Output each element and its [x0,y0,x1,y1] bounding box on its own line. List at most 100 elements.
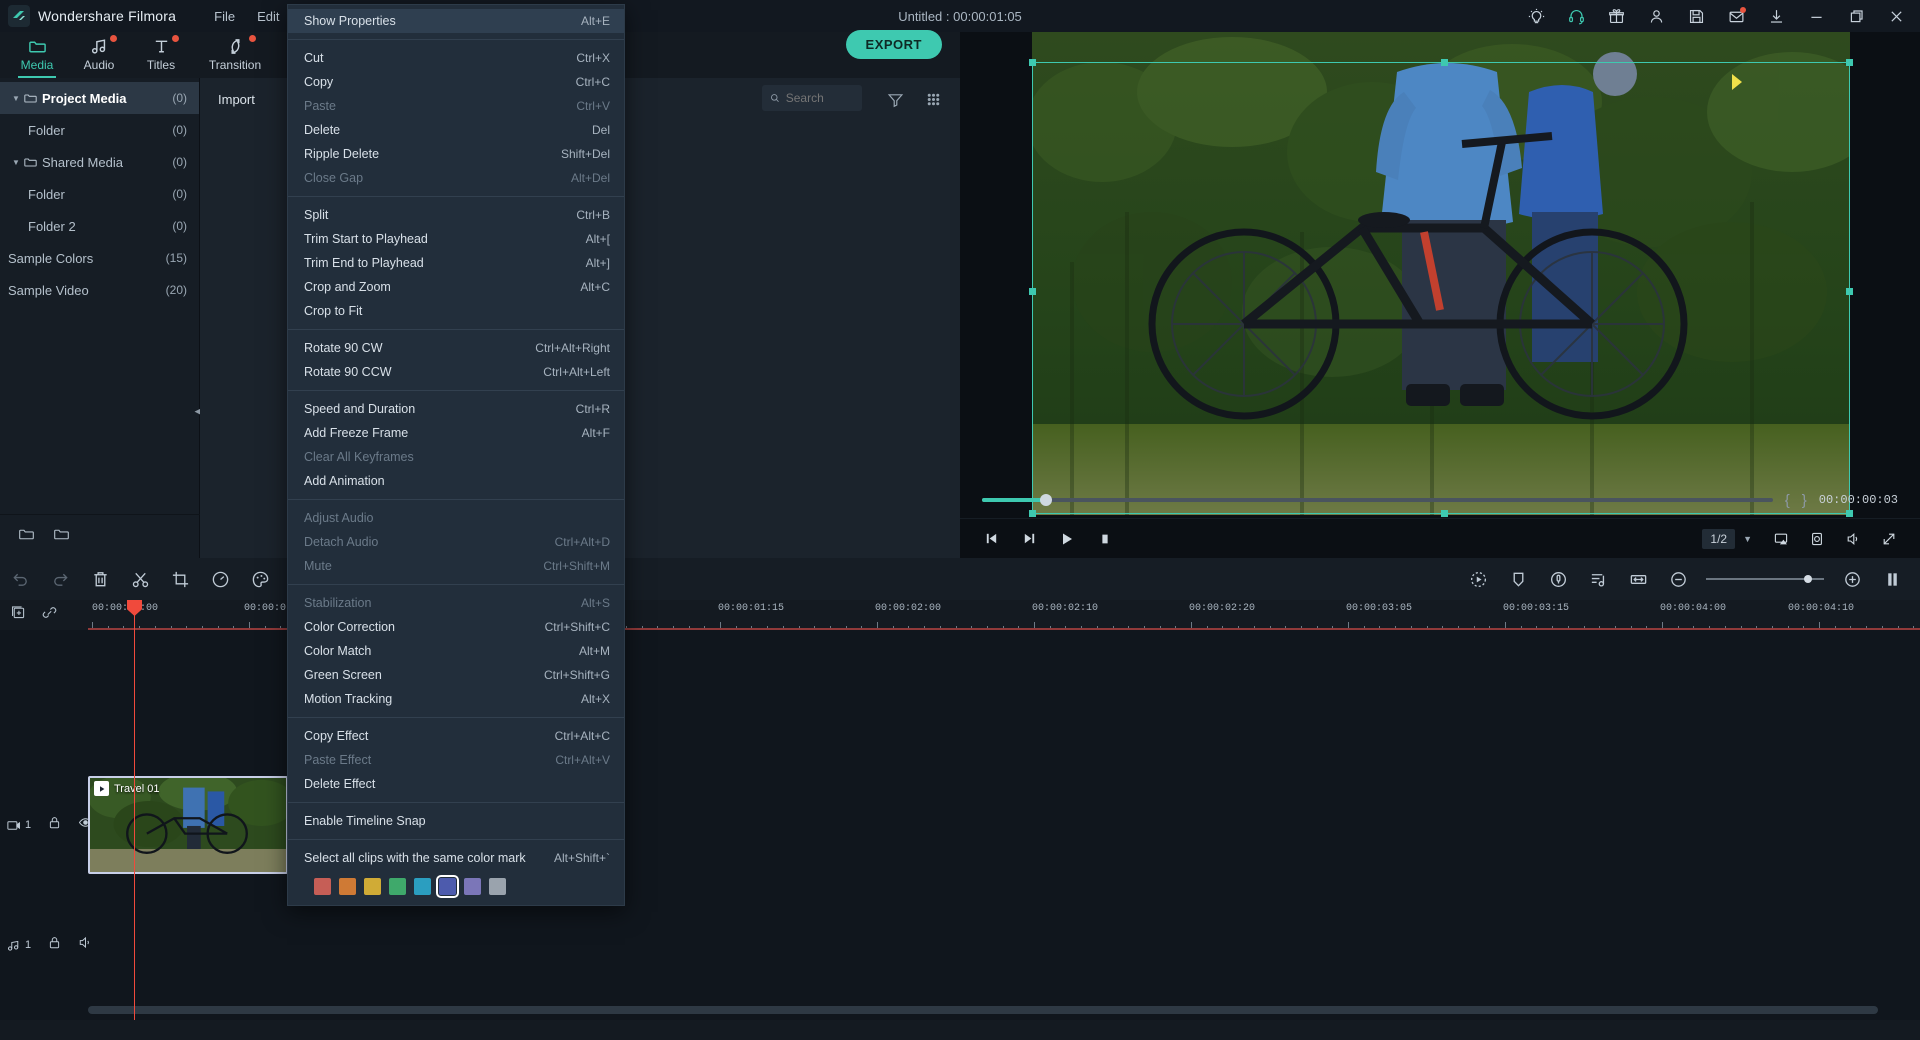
zoom-in-icon[interactable] [1832,558,1872,600]
filter-icon[interactable] [884,88,906,110]
tree-item-folder-2[interactable]: Folder (0) [0,178,199,210]
menu-item-speed-and-duration[interactable]: Speed and Duration Ctrl+R [288,397,624,421]
search-box[interactable] [762,85,862,111]
menu-item-delete[interactable]: Delete Del [288,118,624,142]
menu-item-delete-effect[interactable]: Delete Effect [288,772,624,796]
menu-item-rotate-90-cw[interactable]: Rotate 90 CW Ctrl+Alt+Right [288,336,624,360]
tree-item-project-media[interactable]: ▼ Project Media (0) [0,82,199,114]
prev-frame-button[interactable] [974,524,1008,554]
lightbulb-icon[interactable] [1516,0,1556,32]
headset-icon[interactable] [1556,0,1596,32]
fit-timeline-icon[interactable] [1618,558,1658,600]
save-icon[interactable] [1676,0,1716,32]
gift-icon[interactable] [1596,0,1636,32]
menu-item-trim-start-to-playhead[interactable]: Trim Start to Playhead Alt+[ [288,227,624,251]
menu-item-color-correction[interactable]: Color Correction Ctrl+Shift+C [288,615,624,639]
menu-item-add-animation[interactable]: Add Animation [288,469,624,493]
tree-item-sample-video[interactable]: Sample Video (20) [0,274,199,306]
download-icon[interactable] [1756,0,1796,32]
menu-item-trim-end-to-playhead[interactable]: Trim End to Playhead Alt+] [288,251,624,275]
menu-item-ripple-delete[interactable]: Ripple Delete Shift+Del [288,142,624,166]
account-icon[interactable] [1636,0,1676,32]
timeline-horizontal-scrollbar[interactable] [88,1006,1878,1014]
chevron-down-icon[interactable]: ▼ [1737,534,1762,544]
mail-icon[interactable] [1716,0,1756,32]
volume-icon[interactable] [1836,524,1870,554]
mark-in-icon[interactable]: { [1785,492,1790,509]
lock-icon[interactable] [47,815,62,835]
marker-shield-icon[interactable] [1498,558,1538,600]
zoom-ratio-value[interactable]: 1/2 [1702,528,1736,549]
menu-item-add-freeze-frame[interactable]: Add Freeze Frame Alt+F [288,421,624,445]
tree-item-shared-media[interactable]: ▼ Shared Media (0) [0,146,199,178]
color-mark-swatch-3[interactable] [389,878,406,895]
fullscreen-icon[interactable] [1872,524,1906,554]
pause-bars-icon[interactable] [1872,558,1912,600]
color-mark-swatch-7[interactable] [489,878,506,895]
preview-video[interactable] [1032,32,1850,515]
timeline-zoom-slider[interactable] [1706,575,1824,583]
color-mark-swatch-0[interactable] [314,878,331,895]
zoom-out-icon[interactable] [1658,558,1698,600]
tab-titles[interactable]: Titles [130,32,192,78]
render-preview-icon[interactable] [1458,558,1498,600]
redo-icon[interactable] [40,558,80,600]
close-icon[interactable] [1876,0,1916,32]
mark-out-icon[interactable]: } [1802,492,1807,509]
color-mark-swatch-4[interactable] [414,878,431,895]
undo-icon[interactable] [0,558,40,600]
delete-icon[interactable] [80,558,120,600]
menu-edit[interactable]: Edit [257,9,279,24]
preview-progress-track[interactable] [982,494,1773,506]
play-button[interactable] [1050,524,1084,554]
mute-speaker-icon[interactable] [78,935,93,955]
menu-item-motion-tracking[interactable]: Motion Tracking Alt+X [288,687,624,711]
lock-icon[interactable] [47,935,62,955]
snapshot-icon[interactable] [1800,524,1834,554]
grid-view-icon[interactable] [922,88,944,110]
tab-audio[interactable]: Audio [68,32,130,78]
link-icon[interactable] [41,604,58,626]
color-mark-swatch-2[interactable] [364,878,381,895]
audio-mixer-icon[interactable] [1578,558,1618,600]
stop-button[interactable] [1088,524,1122,554]
tab-media[interactable]: Media [6,32,68,78]
split-scissors-icon[interactable] [120,558,160,600]
menu-item-split[interactable]: Split Ctrl+B [288,203,624,227]
menu-item-cut[interactable]: Cut Ctrl+X [288,46,624,70]
crop-icon[interactable] [160,558,200,600]
tree-item-sample-colors[interactable]: Sample Colors (15) [0,242,199,274]
color-palette-icon[interactable] [240,558,280,600]
chevron-down-icon[interactable]: ▼ [8,158,24,167]
next-frame-button[interactable] [1012,524,1046,554]
menu-item-copy[interactable]: Copy Ctrl+C [288,70,624,94]
open-folder-icon[interactable] [53,526,70,548]
timeline-zoom-handle[interactable] [1804,575,1812,583]
tree-item-folder-3[interactable]: Folder 2 (0) [0,210,199,242]
menu-item-crop-to-fit[interactable]: Crop to Fit [288,299,624,323]
tree-item-folder-1[interactable]: Folder (0) [0,114,199,146]
menu-item-copy-effect[interactable]: Copy Effect Ctrl+Alt+C [288,724,624,748]
menu-item-green-screen[interactable]: Green Screen Ctrl+Shift+G [288,663,624,687]
clip-context-menu[interactable]: Show Properties Alt+E Cut Ctrl+X Copy Ctrl+C P… [287,4,625,906]
voiceover-mic-icon[interactable] [1538,558,1578,600]
search-input[interactable] [785,91,854,105]
speed-icon[interactable] [200,558,240,600]
minimize-icon[interactable] [1796,0,1836,32]
timeline-clip-travel-01[interactable]: Travel 01 [88,776,288,874]
color-mark-swatch-5[interactable] [436,875,459,898]
maximize-icon[interactable] [1836,0,1876,32]
color-mark-swatch-1[interactable] [339,878,356,895]
new-folder-icon[interactable] [18,526,35,548]
menu-item-color-match[interactable]: Color Match Alt+M [288,639,624,663]
preview-progress-handle[interactable] [1039,494,1052,506]
import-button[interactable]: Import [218,92,255,107]
chevron-down-icon[interactable]: ▼ [8,94,24,103]
export-button[interactable]: EXPORT [845,30,942,59]
menu-item-show-properties[interactable]: Show Properties Alt+E [288,9,624,33]
menu-file[interactable]: File [214,9,235,24]
menu-item-crop-and-zoom[interactable]: Crop and Zoom Alt+C [288,275,624,299]
pop-out-icon[interactable] [1764,524,1798,554]
color-mark-swatch-6[interactable] [464,878,481,895]
menu-item-enable-timeline-snap[interactable]: Enable Timeline Snap [288,809,624,833]
